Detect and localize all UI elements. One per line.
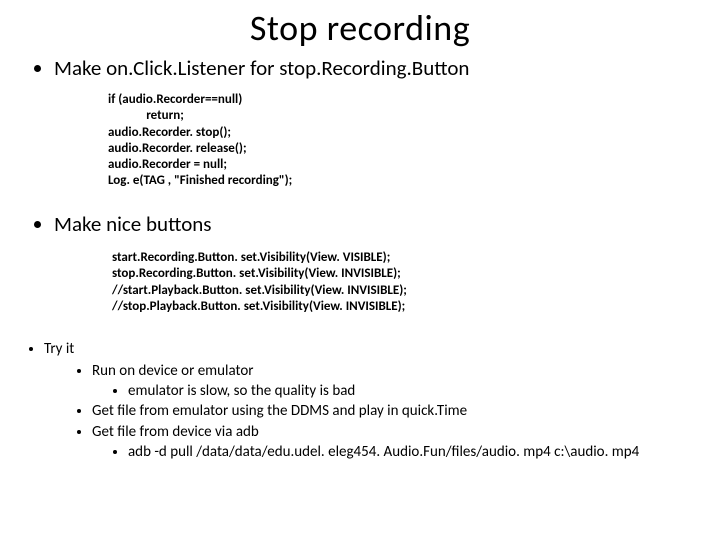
bullet-item: Try it Run on device or emulator emulato…	[44, 340, 700, 462]
list-item: Get file from emulator using the DDMS an…	[92, 401, 700, 421]
sub-sub-list: adb -d pull /data/data/edu.udel. eleg454…	[92, 442, 700, 462]
section-buttons: Make nice buttons	[0, 212, 700, 237]
list-item: Run on device or emulator emulator is sl…	[92, 361, 700, 402]
slide: Stop recording Make on.Click.Listener fo…	[0, 0, 720, 540]
list-item: adb -d pull /data/data/edu.udel. eleg454…	[128, 442, 700, 462]
bullet-item: Make on.Click.Listener for stop.Recordin…	[54, 56, 700, 81]
section-tryit: Try it Run on device or emulator emulato…	[0, 340, 700, 462]
code-block-visibility: start.Recording.Button. set.Visibility(V…	[112, 250, 407, 315]
list-item: emulator is slow, so the quality is bad	[128, 381, 700, 401]
list-item: Get file from device via adb adb -d pull…	[92, 422, 700, 463]
bullet-label: Try it	[44, 340, 74, 358]
sub-list: Run on device or emulator emulator is sl…	[44, 361, 700, 462]
bullet-list: Make on.Click.Listener for stop.Recordin…	[0, 56, 700, 81]
list-label: Get file from device via adb	[92, 423, 259, 441]
bullet-list: Try it Run on device or emulator emulato…	[0, 340, 700, 462]
list-label: Run on device or emulator	[92, 362, 254, 380]
code-block-recorder: if (audio.Recorder==null) return; audio.…	[108, 92, 292, 190]
slide-title: Stop recording	[0, 6, 720, 50]
section-onclick: Make on.Click.Listener for stop.Recordin…	[0, 56, 700, 81]
bullet-list: Make nice buttons	[0, 212, 700, 237]
sub-sub-list: emulator is slow, so the quality is bad	[92, 381, 700, 401]
bullet-item: Make nice buttons	[54, 212, 700, 237]
